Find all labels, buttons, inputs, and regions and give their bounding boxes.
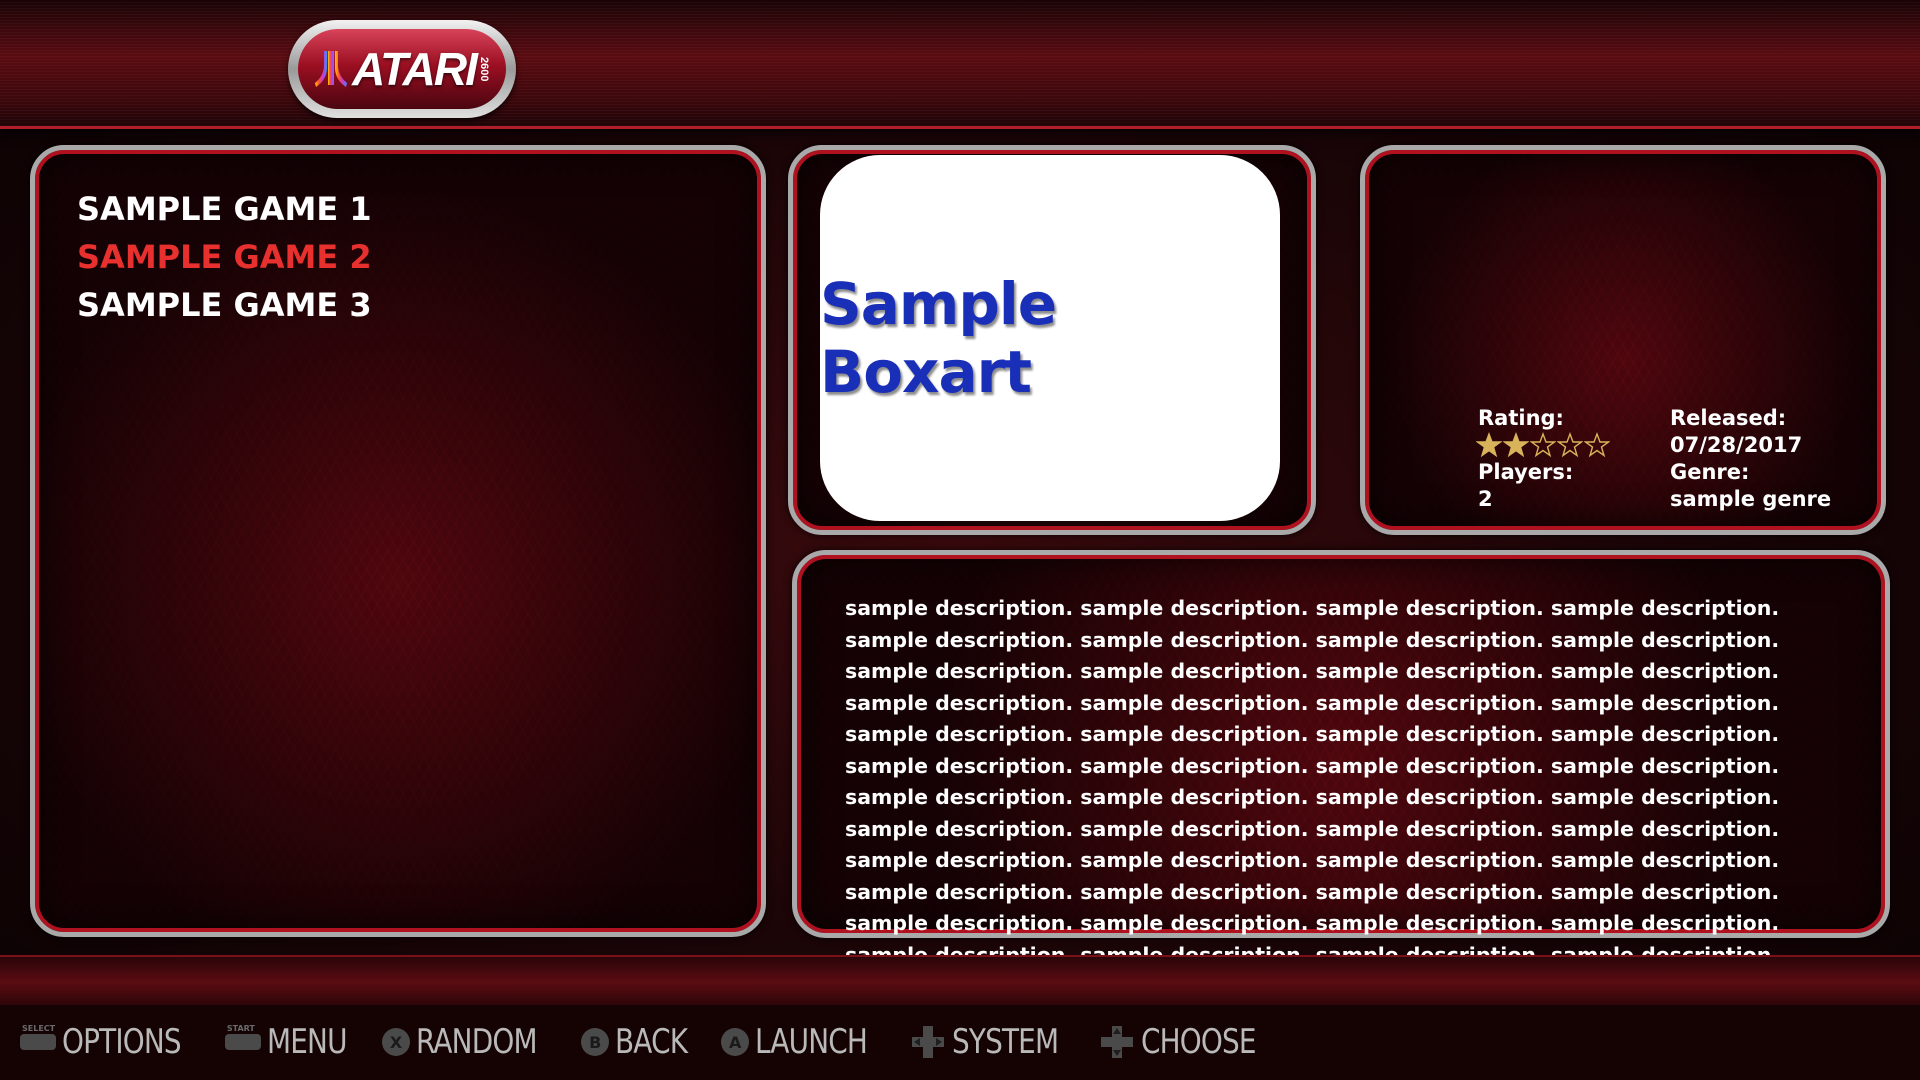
hint-choose: CHOOSE bbox=[1099, 1022, 1281, 1062]
game-list: SAMPLE GAME 1 SAMPLE GAME 2 SAMPLE GAME … bbox=[77, 185, 372, 329]
hint-menu: START MENU bbox=[224, 1022, 364, 1062]
select-button-icon: SELECT bbox=[20, 1024, 56, 1050]
star-empty-icon bbox=[1557, 432, 1583, 458]
start-button-icon: START bbox=[224, 1024, 261, 1050]
star-filled-icon bbox=[1503, 432, 1529, 458]
b-button-icon: B bbox=[581, 1028, 610, 1056]
genre-value: sample genre bbox=[1670, 487, 1832, 511]
atari-fuji-icon bbox=[315, 51, 348, 87]
game-list-item-selected[interactable]: SAMPLE GAME 2 bbox=[77, 233, 372, 281]
star-empty-icon bbox=[1584, 432, 1610, 458]
hint-options: SELECT OPTIONS bbox=[20, 1022, 207, 1062]
a-button-icon: A bbox=[721, 1028, 750, 1056]
hint-label: LAUNCH bbox=[755, 1022, 868, 1062]
boxart-text: Sample Boxart bbox=[820, 270, 1057, 406]
game-description: sample description. sample description. … bbox=[845, 596, 1780, 998]
star-filled-icon bbox=[1476, 432, 1502, 458]
dpad-horizontal-icon bbox=[911, 1026, 944, 1058]
hint-label: RANDOM bbox=[415, 1022, 538, 1062]
header-bar: ATARI 2600 bbox=[0, 0, 1920, 129]
hint-label: SYSTEM bbox=[951, 1022, 1059, 1062]
game-list-item[interactable]: SAMPLE GAME 1 bbox=[77, 185, 372, 233]
button-hints: SELECT OPTIONS START MENU X RANDOM B BAC… bbox=[20, 1022, 1299, 1062]
hint-label: BACK bbox=[615, 1022, 688, 1062]
dpad-vertical-icon bbox=[1101, 1026, 1134, 1058]
players-label: Players: bbox=[1478, 460, 1574, 484]
hint-label: OPTIONS bbox=[62, 1022, 182, 1062]
boxart-image: Sample Boxart bbox=[820, 155, 1280, 521]
x-button-icon: X bbox=[381, 1028, 410, 1056]
hint-label: MENU bbox=[266, 1022, 347, 1062]
star-empty-icon bbox=[1530, 432, 1556, 458]
hint-launch: A LAUNCH bbox=[721, 1022, 892, 1062]
hint-back: B BACK bbox=[581, 1022, 703, 1062]
metadata-panel bbox=[1360, 145, 1886, 535]
rating-label: Rating: bbox=[1478, 406, 1564, 430]
logo-subtext: 2600 bbox=[477, 56, 490, 82]
footer-band bbox=[0, 955, 1920, 1007]
hint-system: SYSTEM bbox=[910, 1022, 1082, 1062]
system-logo: ATARI 2600 bbox=[288, 20, 516, 118]
rating-stars bbox=[1476, 432, 1610, 458]
hint-random: X RANDOM bbox=[381, 1022, 563, 1062]
released-value: 07/28/2017 bbox=[1670, 433, 1803, 457]
logo-text: ATARI bbox=[352, 43, 478, 95]
genre-label: Genre: bbox=[1670, 460, 1750, 484]
hint-label: CHOOSE bbox=[1141, 1022, 1257, 1062]
released-label: Released: bbox=[1670, 406, 1787, 430]
game-list-item[interactable]: SAMPLE GAME 3 bbox=[77, 281, 372, 329]
players-value: 2 bbox=[1478, 487, 1493, 511]
